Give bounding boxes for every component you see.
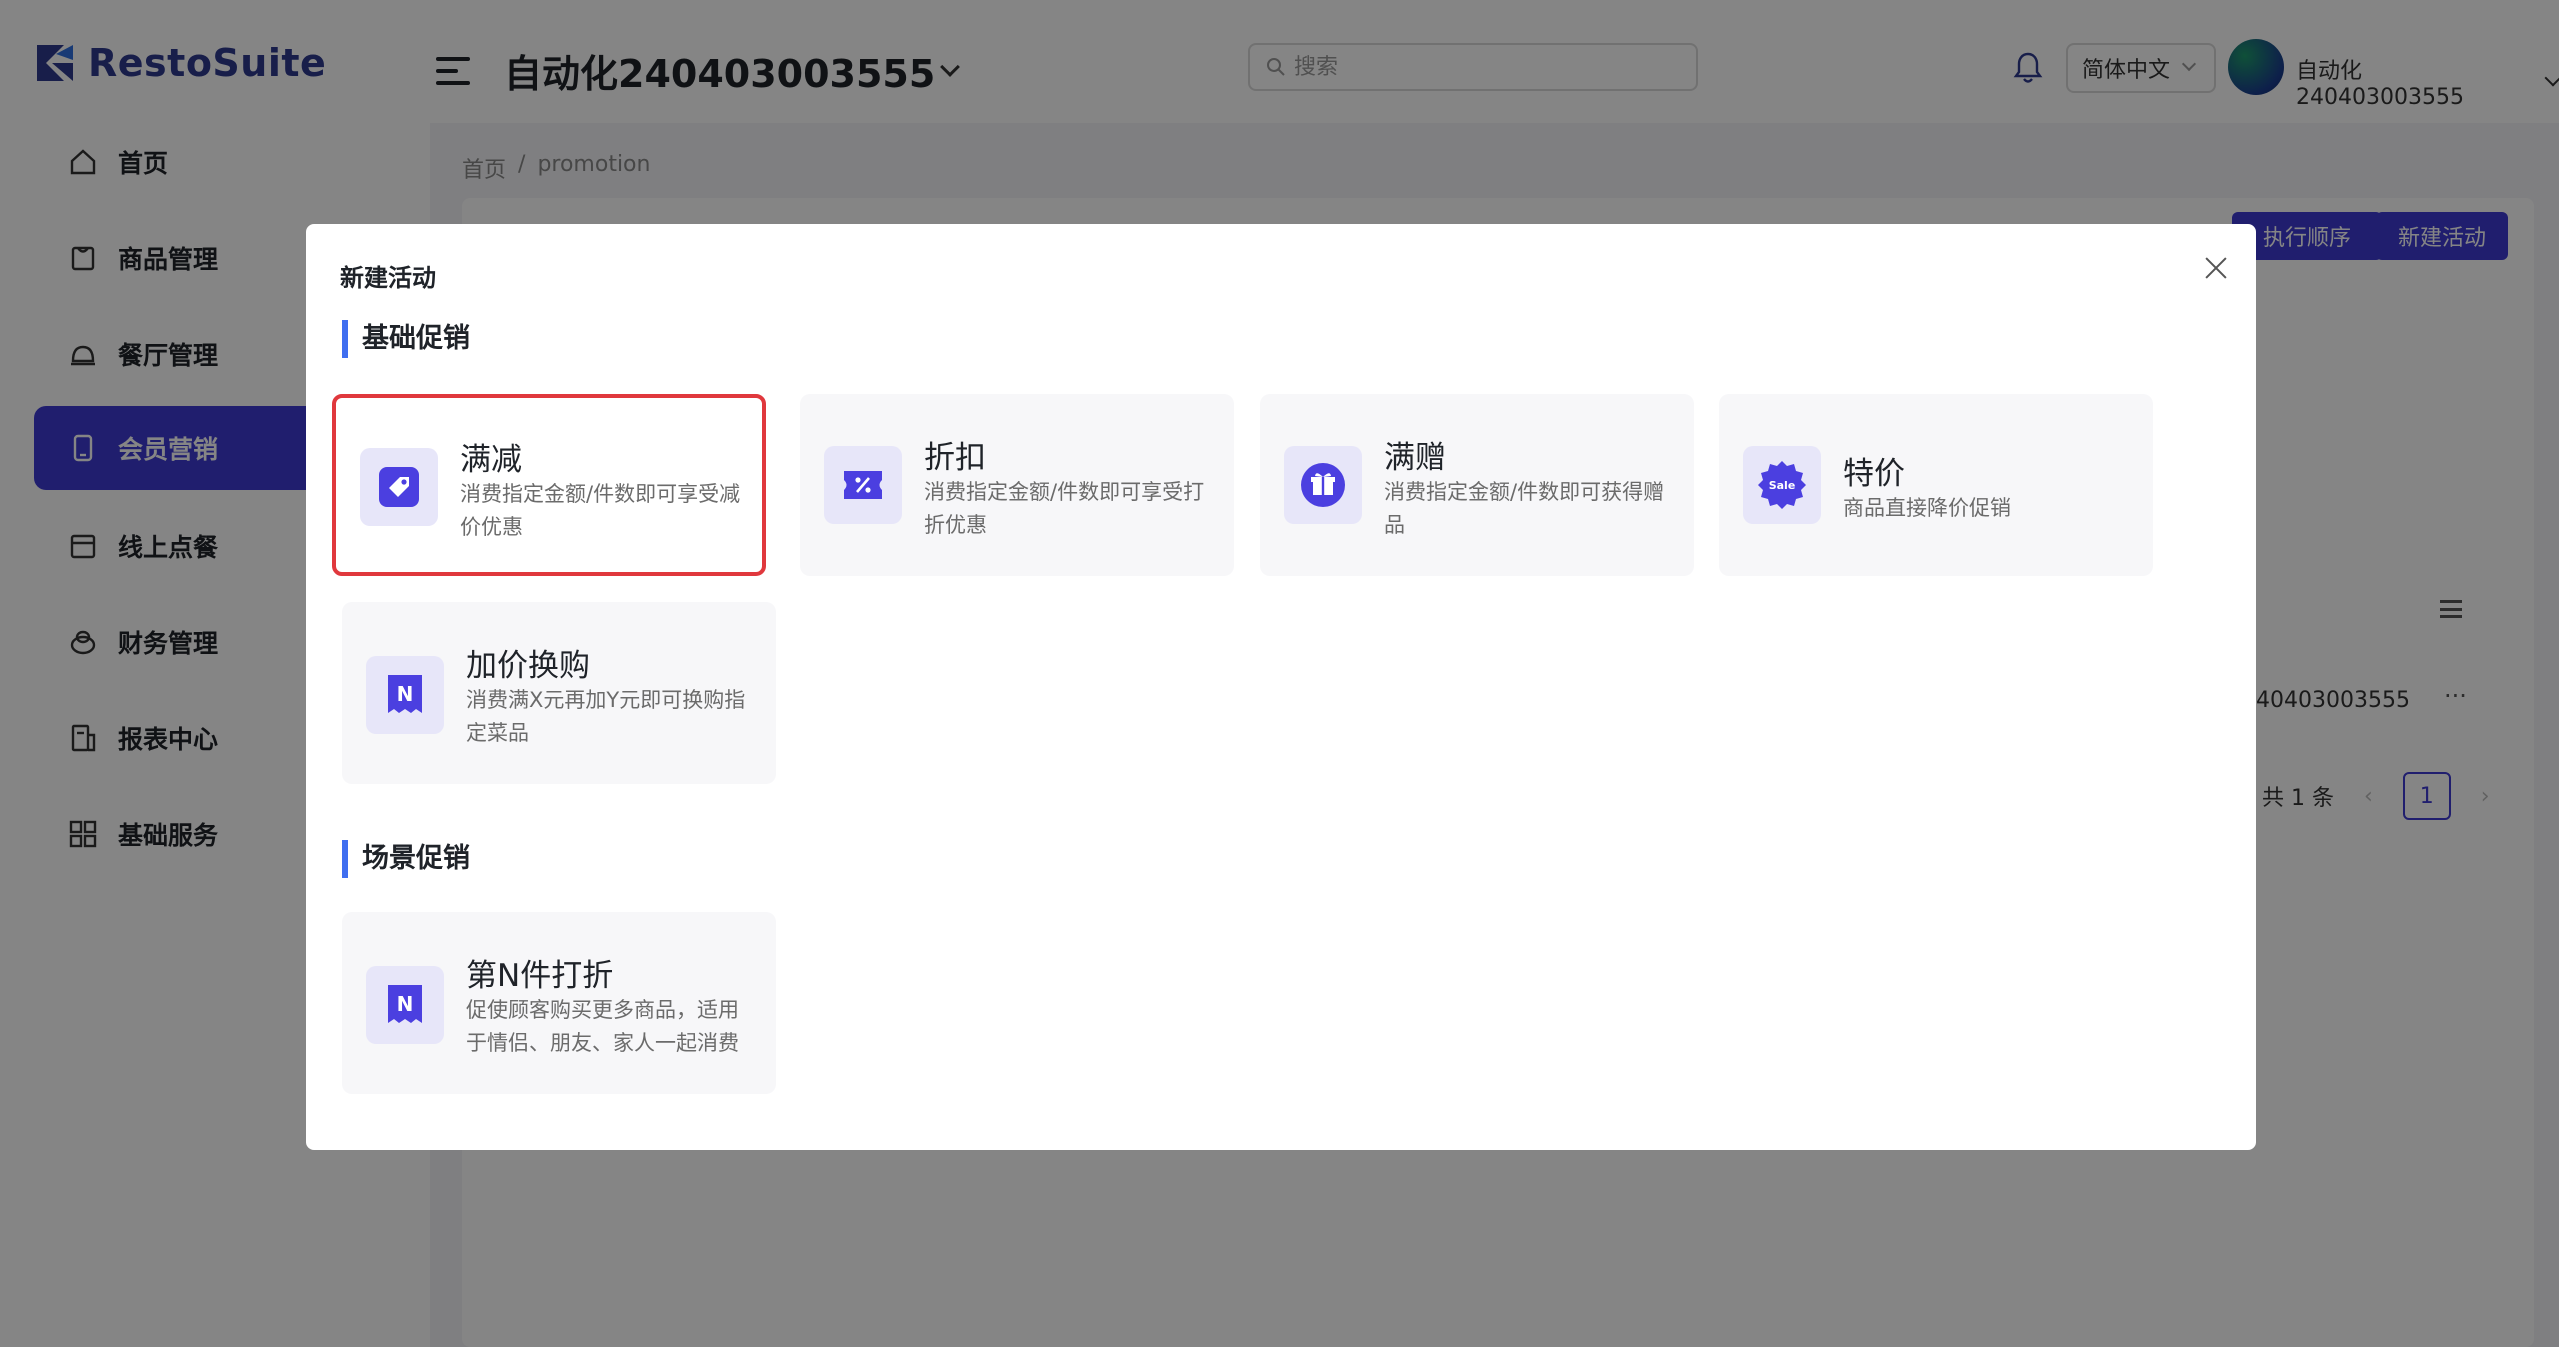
card-title: 加价换购 xyxy=(466,648,590,684)
new-activity-modal: 新建活动 基础促销 满减 消费指定金额/件数即可享受减价优惠 折扣 消费指定金额… xyxy=(306,224,2256,1150)
card-desc: 商品直接降价促销 xyxy=(1843,496,2011,520)
n-ticket-icon: N xyxy=(366,966,444,1044)
card-desc: 消费指定金额/件数即可享受打折优惠 xyxy=(924,480,1205,537)
promo-card-full-reduction[interactable]: 满减 消费指定金额/件数即可享受减价优惠 xyxy=(332,394,766,576)
card-title: 第N件打折 xyxy=(466,958,614,994)
promo-card-add-on-purchase[interactable]: N 加价换购 消费满X元再加Y元即可换购指定菜品 xyxy=(342,602,776,784)
card-title: 满减 xyxy=(460,442,522,478)
promo-card-special-price[interactable]: Sale 特价 商品直接降价促销 xyxy=(1719,394,2153,576)
close-icon[interactable] xyxy=(2200,252,2232,284)
n-ticket-icon: N xyxy=(366,656,444,734)
section-title-basic: 基础促销 xyxy=(342,320,470,358)
gift-icon xyxy=(1284,446,1362,524)
sale-badge-icon: Sale xyxy=(1743,446,1821,524)
promo-card-nth-item-discount[interactable]: N 第N件打折 促使顾客购买更多商品，适用于情侣、朋友、家人一起消费 xyxy=(342,912,776,1094)
n-ticket-text: N xyxy=(397,682,414,706)
card-desc: 促使顾客购买更多商品，适用于情侣、朋友、家人一起消费 xyxy=(466,998,739,1055)
promo-card-discount[interactable]: 折扣 消费指定金额/件数即可享受打折优惠 xyxy=(800,394,1234,576)
section-title-scene: 场景促销 xyxy=(342,840,470,878)
percent-coupon-icon xyxy=(824,446,902,524)
card-title: 特价 xyxy=(1843,456,1905,492)
card-desc: 消费指定金额/件数即可享受减价优惠 xyxy=(460,482,741,539)
modal-title: 新建活动 xyxy=(340,264,436,292)
card-desc: 消费满X元再加Y元即可换购指定菜品 xyxy=(466,688,746,745)
card-title: 满赠 xyxy=(1384,440,1446,476)
price-tag-icon xyxy=(360,448,438,526)
sale-badge-text: Sale xyxy=(1769,479,1796,492)
promo-card-gift[interactable]: 满赠 消费指定金额/件数即可获得赠品 xyxy=(1260,394,1694,576)
card-desc: 消费指定金额/件数即可获得赠品 xyxy=(1384,480,1665,537)
n-ticket-text: N xyxy=(397,992,414,1016)
card-title: 折扣 xyxy=(924,440,986,476)
